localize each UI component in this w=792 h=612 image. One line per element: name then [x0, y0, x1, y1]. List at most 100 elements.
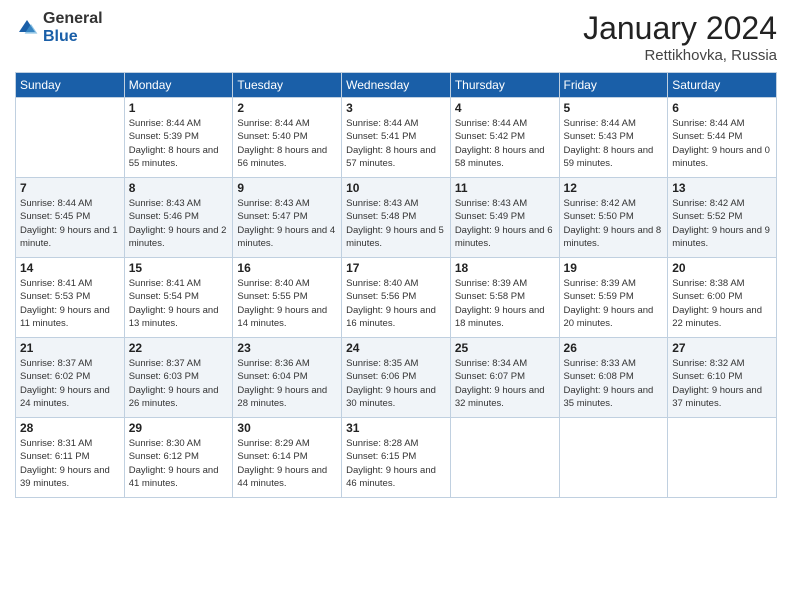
calendar-week-row: 14Sunrise: 8:41 AMSunset: 5:53 PMDayligh… [16, 258, 777, 338]
calendar-cell: 5Sunrise: 8:44 AMSunset: 5:43 PMDaylight… [559, 98, 668, 178]
cell-sunset: Sunset: 5:54 PM [129, 291, 199, 302]
calendar-cell: 29Sunrise: 8:30 AMSunset: 6:12 PMDayligh… [124, 418, 233, 498]
cell-daylight: Daylight: 9 hours and 22 minutes. [672, 305, 762, 329]
calendar-cell [668, 418, 777, 498]
logo-general: General [43, 10, 103, 28]
cell-daylight: Daylight: 9 hours and 8 minutes. [564, 225, 662, 249]
calendar-cell: 20Sunrise: 8:38 AMSunset: 6:00 PMDayligh… [668, 258, 777, 338]
calendar-cell: 15Sunrise: 8:41 AMSunset: 5:54 PMDayligh… [124, 258, 233, 338]
cell-daylight: Daylight: 9 hours and 24 minutes. [20, 385, 110, 409]
cell-sunrise: Sunrise: 8:44 AM [455, 118, 527, 129]
logo-icon [15, 16, 39, 40]
cell-sunset: Sunset: 5:42 PM [455, 131, 525, 142]
calendar-week-row: 21Sunrise: 8:37 AMSunset: 6:02 PMDayligh… [16, 338, 777, 418]
location-subtitle: Rettikhovka, Russia [583, 47, 777, 64]
cell-sunrise: Sunrise: 8:36 AM [237, 358, 309, 369]
cell-date: 5 [564, 101, 664, 115]
cell-date: 17 [346, 261, 446, 275]
calendar-cell [16, 98, 125, 178]
cell-info: Sunrise: 8:43 AM Sunset: 5:48 PM Daylight:… [346, 197, 446, 250]
cell-sunrise: Sunrise: 8:39 AM [564, 278, 636, 289]
cell-sunset: Sunset: 6:00 PM [672, 291, 742, 302]
cell-sunrise: Sunrise: 8:37 AM [20, 358, 92, 369]
calendar-cell: 24Sunrise: 8:35 AMSunset: 6:06 PMDayligh… [342, 338, 451, 418]
cell-daylight: Daylight: 9 hours and 39 minutes. [20, 465, 110, 489]
cell-info: Sunrise: 8:41 AMSunset: 5:54 PMDaylight:… [129, 277, 229, 330]
cell-sunrise: Sunrise: 8:40 AM [346, 278, 418, 289]
cell-date: 10 [346, 181, 446, 195]
logo-blue: Blue [43, 28, 103, 46]
cell-sunrise: Sunrise: 8:37 AM [129, 358, 201, 369]
cell-sunrise: Sunrise: 8:39 AM [455, 278, 527, 289]
calendar-cell: 11Sunrise: 8:43 AMSunset: 5:49 PMDayligh… [450, 178, 559, 258]
calendar-cell: 2Sunrise: 8:44 AMSunset: 5:40 PMDaylight… [233, 98, 342, 178]
cell-daylight: Daylight: 9 hours and 11 minutes. [20, 305, 110, 329]
cell-info: Sunrise: 8:44 AMSunset: 5:41 PMDaylight:… [346, 117, 446, 170]
cell-sunset: Sunset: 5:50 PM [564, 211, 634, 222]
calendar-cell [559, 418, 668, 498]
cell-daylight: Daylight: 8 hours and 55 minutes. [129, 145, 219, 169]
cell-sunset: Sunset: 5:48 PM [346, 211, 416, 222]
cell-sunrise: Sunrise: 8:41 AM [129, 278, 201, 289]
cell-sunset: Sunset: 6:10 PM [672, 371, 742, 382]
cell-info: Sunrise: 8:35 AMSunset: 6:06 PMDaylight:… [346, 357, 446, 410]
calendar-cell: 21Sunrise: 8:37 AMSunset: 6:02 PMDayligh… [16, 338, 125, 418]
cell-date: 4 [455, 101, 555, 115]
cell-daylight: Daylight: 9 hours and 16 minutes. [346, 305, 436, 329]
cell-date: 1 [129, 101, 229, 115]
cell-info: Sunrise: 8:34 AMSunset: 6:07 PMDaylight:… [455, 357, 555, 410]
cell-info: Sunrise: 8:44 AMSunset: 5:45 PMDaylight:… [20, 197, 120, 250]
cell-daylight: Daylight: 8 hours and 56 minutes. [237, 145, 327, 169]
cell-daylight: Daylight: 9 hours and 20 minutes. [564, 305, 654, 329]
cell-date: 31 [346, 421, 446, 435]
cell-sunset: Sunset: 6:06 PM [346, 371, 416, 382]
cell-info: Sunrise: 8:44 AMSunset: 5:42 PMDaylight:… [455, 117, 555, 170]
cell-info: Sunrise: 8:33 AMSunset: 6:08 PMDaylight:… [564, 357, 664, 410]
cell-info: Sunrise: 8:32 AMSunset: 6:10 PMDaylight:… [672, 357, 772, 410]
cell-sunrise: Sunrise: 8:44 AM [346, 118, 418, 129]
calendar-cell: 9Sunrise: 8:43 AMSunset: 5:47 PMDaylight… [233, 178, 342, 258]
cell-sunrise: Sunrise: 8:43 AM [237, 198, 309, 209]
cell-sunrise: Sunrise: 8:43 AM [346, 198, 418, 209]
calendar-table: Sunday Monday Tuesday Wednesday Thursday… [15, 72, 777, 498]
cell-sunrise: Sunrise: 8:44 AM [129, 118, 201, 129]
cell-info: Sunrise: 8:43 AMSunset: 5:49 PMDaylight:… [455, 197, 555, 250]
logo-text: General Blue [43, 10, 103, 45]
header-wednesday: Wednesday [342, 73, 451, 98]
cell-sunrise: Sunrise: 8:40 AM [237, 278, 309, 289]
header-monday: Monday [124, 73, 233, 98]
cell-info: Sunrise: 8:29 AMSunset: 6:14 PMDaylight:… [237, 437, 337, 490]
calendar-cell: 31Sunrise: 8:28 AMSunset: 6:15 PMDayligh… [342, 418, 451, 498]
cell-daylight: Daylight: 9 hours and 5 minutes. [346, 225, 444, 249]
calendar-cell: 17 Sunrise: 8:40 AMSunset: 5:56 PMDayligh… [342, 258, 451, 338]
cell-info: Sunrise: 8:43 AMSunset: 5:47 PMDaylight:… [237, 197, 337, 250]
cell-info: Sunrise: 8:37 AMSunset: 6:02 PMDaylight:… [20, 357, 120, 410]
cell-info: Sunrise: 8:40 AMSunset: 5:56 PMDaylight:… [346, 277, 446, 330]
page: General Blue January 2024 Rettikhovka, R… [0, 0, 792, 612]
cell-sunrise: Sunrise: 8:44 AM [237, 118, 309, 129]
cell-date: 3 [346, 101, 446, 115]
cell-info: Sunrise: 8:30 AMSunset: 6:12 PMDaylight:… [129, 437, 229, 490]
cell-info: Sunrise: 8:40 AMSunset: 5:55 PMDaylight:… [237, 277, 337, 330]
cell-sunset: Sunset: 5:43 PM [564, 131, 634, 142]
cell-date: 20 [672, 261, 772, 275]
cell-date: 7 [20, 181, 120, 195]
cell-sunrise: Sunrise: 8:31 AM [20, 438, 92, 449]
cell-daylight: Daylight: 9 hours and 9 minutes. [672, 225, 770, 249]
calendar-cell: 13Sunrise: 8:42 AMSunset: 5:52 PMDayligh… [668, 178, 777, 258]
cell-date: 19 [564, 261, 664, 275]
cell-sunset: Sunset: 5:41 PM [346, 131, 416, 142]
calendar-cell [450, 418, 559, 498]
cell-sunrise: Sunrise: 8:44 AM [20, 198, 92, 209]
cell-sunrise: Sunrise: 8:42 AM [672, 198, 744, 209]
header-saturday: Saturday [668, 73, 777, 98]
calendar-cell: 28Sunrise: 8:31 AMSunset: 6:11 PMDayligh… [16, 418, 125, 498]
cell-date: 18 [455, 261, 555, 275]
cell-info: Sunrise: 8:44 AMSunset: 5:44 PMDaylight:… [672, 117, 772, 170]
cell-sunset: Sunset: 6:15 PM [346, 451, 416, 462]
cell-daylight: Daylight: 9 hours and 14 minutes. [237, 305, 327, 329]
cell-info: Sunrise: 8:44 AMSunset: 5:39 PMDaylight:… [129, 117, 229, 170]
cell-date: 30 [237, 421, 337, 435]
cell-sunset: Sunset: 5:45 PM [20, 211, 90, 222]
cell-daylight: Daylight: 9 hours and 0 minutes. [672, 145, 770, 169]
